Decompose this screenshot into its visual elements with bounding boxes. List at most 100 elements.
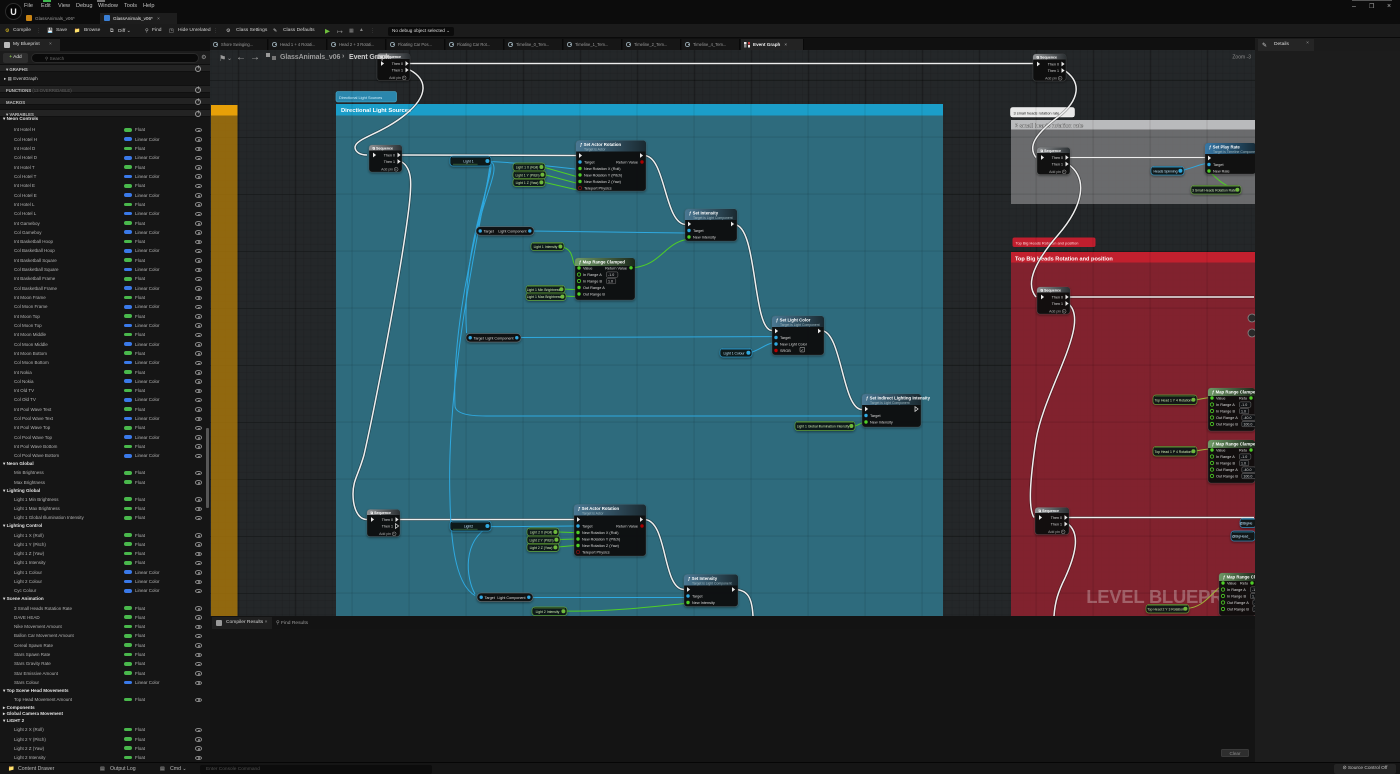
svg-text:ƒ Set Indirect Lighting Intens: ƒ Set Indirect Lighting Intensity [866, 395, 931, 400]
svg-text:+: + [1062, 530, 1064, 534]
svg-text:Target: Target [692, 595, 703, 599]
svg-text:Light2: Light2 [464, 525, 473, 529]
svg-text:1.0: 1.0 [1241, 410, 1246, 414]
svg-text:Zoom -3: Zoom -3 [1232, 55, 1251, 61]
svg-text:New Rotation X (Roll): New Rotation X (Roll) [582, 531, 619, 535]
svg-text:3 Small Heads Rotation Rate: 3 Small Heads Rotation Rate [1192, 188, 1236, 192]
svg-text:+: + [395, 168, 397, 172]
svg-text:Then 0: Then 0 [1052, 296, 1063, 300]
svg-text:Retu: Retu [1240, 582, 1248, 586]
svg-text:+: + [1063, 310, 1065, 314]
svg-text:Add pin: Add pin [379, 532, 391, 536]
svg-text:Add pin: Add pin [1045, 77, 1057, 81]
svg-text:⧉ Sequence: ⧉ Sequence [371, 511, 392, 515]
svg-text:ƒ Set Actor Rotation: ƒ Set Actor Rotation [580, 142, 622, 147]
svg-text:Light Component: Light Component [497, 596, 525, 600]
svg-text:Value: Value [1216, 449, 1225, 453]
svg-text:+: + [393, 532, 395, 536]
svg-text:Top Head 2 Y 3 Rotation: Top Head 2 Y 3 Rotation [1147, 607, 1184, 611]
svg-text:New Rotation Z (Yaw): New Rotation Z (Yaw) [584, 180, 622, 184]
svg-text:1.0: 1.0 [608, 280, 613, 284]
svg-text:In Range B: In Range B [583, 280, 602, 284]
svg-text:New Rate: New Rate [1213, 170, 1230, 174]
svg-text:New Rotation Z (Yaw): New Rotation Z (Yaw) [582, 544, 620, 548]
svg-text:Light Component: Light Component [498, 229, 526, 233]
svg-text:100.0: 100.0 [1243, 423, 1252, 427]
svg-text:1.0: 1.0 [1241, 462, 1246, 466]
svg-text:@BigHead_: @BigHead_ [1232, 535, 1250, 539]
svg-text:⧉ Sequence: ⧉ Sequence [373, 146, 394, 150]
svg-text:New Intensity: New Intensity [692, 601, 715, 605]
svg-text:⧉ Sequence: ⧉ Sequence [1041, 149, 1062, 153]
svg-text:Target: Target [693, 229, 704, 233]
svg-text:ƒ Map Range Clamped: ƒ Map Range Clamped [579, 259, 625, 264]
svg-text:+: + [1063, 170, 1065, 174]
svg-text:In Range B: In Range B [1216, 462, 1235, 466]
svg-text:Value: Value [1227, 582, 1236, 586]
svg-text:-1.0: -1.0 [1241, 403, 1247, 407]
svg-text:Add pin: Add pin [1049, 310, 1061, 314]
svg-text:⧉ Sequence: ⧉ Sequence [1041, 288, 1062, 292]
svg-text:Then 0: Then 0 [382, 518, 393, 522]
svg-text:Light 1 Z (Yaw): Light 1 Z (Yaw) [516, 181, 539, 185]
svg-text:Light Component: Light Component [485, 336, 513, 340]
svg-text:ƒ Set Intensity: ƒ Set Intensity [688, 576, 718, 581]
svg-text:Then 0: Then 0 [392, 62, 403, 66]
svg-text:Return Value: Return Value [616, 161, 638, 165]
svg-text:Light 1 Intensity: Light 1 Intensity [534, 245, 558, 249]
svg-text:Directional Light Sources: Directional Light Sources [339, 95, 382, 100]
svg-text:Then 1: Then 1 [1051, 523, 1062, 527]
svg-text:Teleport Physics: Teleport Physics [584, 187, 612, 191]
svg-text:Light 1 Global Illumination In: Light 1 Global Illumination Intensity [797, 425, 850, 429]
svg-text:ƒ Set Intensity: ƒ Set Intensity [689, 210, 719, 215]
svg-text:In Range A: In Range A [583, 273, 602, 277]
svg-text:Add pin: Add pin [1048, 530, 1060, 534]
svg-text:SRGB: SRGB [780, 349, 791, 353]
svg-text:Out Range B: Out Range B [1216, 475, 1238, 479]
svg-text:Then 0: Then 0 [1052, 156, 1063, 160]
svg-text:ƒ Set Actor Rotation: ƒ Set Actor Rotation [578, 506, 620, 511]
svg-text:In Range A: In Range A [1216, 403, 1235, 407]
svg-text:⧉ Sequence: ⧉ Sequence [1039, 509, 1060, 513]
svg-text:Target: Target [1213, 163, 1224, 167]
svg-text:Then 1: Then 1 [1048, 69, 1059, 73]
svg-text:Target is Timeline Component: Target is Timeline Component [1213, 150, 1255, 154]
svg-text:Add pin: Add pin [381, 168, 393, 172]
svg-text:Teleport Physics: Teleport Physics [582, 551, 610, 555]
svg-text:Target: Target [584, 161, 595, 165]
svg-text:Then 1: Then 1 [1052, 163, 1063, 167]
svg-text:@BigHe: @BigHe [1240, 522, 1253, 526]
svg-text:Then 0: Then 0 [1048, 63, 1059, 67]
svg-text:Light 2 X (Roll): Light 2 X (Roll) [530, 531, 552, 535]
svg-text:Target: Target [870, 414, 881, 418]
svg-text:In Range B: In Range B [1216, 410, 1235, 414]
svg-text:Light 1 Colour: Light 1 Colour [723, 351, 745, 355]
svg-text:ƒ Map Range Clamped: ƒ Map Range Clamped [1212, 441, 1255, 446]
svg-text:-1.0: -1.0 [608, 273, 614, 277]
svg-text:Target: Target [474, 336, 484, 340]
svg-text:ƒ Set Light Color: ƒ Set Light Color [776, 317, 811, 322]
svg-text:New Rotation Y (Pitch): New Rotation Y (Pitch) [582, 538, 621, 542]
svg-text:Light 1 Max Brightness: Light 1 Max Brightness [527, 295, 562, 299]
svg-text:Top Head 1 P 4 Rotation: Top Head 1 P 4 Rotation [1155, 450, 1192, 454]
svg-text:Target: Target [582, 525, 593, 529]
svg-text:Out Range A: Out Range A [583, 286, 605, 290]
svg-text:New Light Color: New Light Color [780, 343, 808, 347]
svg-text:Target is Light Component: Target is Light Component [693, 216, 733, 220]
svg-text:New Intensity: New Intensity [870, 421, 893, 425]
svg-text:Heads Spinning: Heads Spinning [1154, 169, 1178, 173]
svg-text:In Range A: In Range A [1227, 588, 1246, 592]
svg-text:Then 1: Then 1 [392, 69, 403, 73]
svg-text:New Intensity: New Intensity [693, 236, 716, 240]
svg-text:ƒ Map Range Clamped: ƒ Map Range Clamped [1223, 574, 1255, 579]
svg-text:Top Big Heads Rotation and pos: Top Big Heads Rotation and position [1015, 256, 1113, 262]
svg-text:-1.0: -1.0 [1241, 455, 1247, 459]
svg-text:Out Range A: Out Range A [1216, 468, 1238, 472]
svg-text:Target is Actor: Target is Actor [582, 511, 604, 515]
svg-text:Then 0: Then 0 [1051, 516, 1062, 520]
svg-text:Add pin: Add pin [389, 76, 401, 80]
svg-text:In Range A: In Range A [1216, 455, 1235, 459]
svg-text:Target: Target [780, 336, 791, 340]
svg-text:Value: Value [583, 267, 592, 271]
svg-text:Target is Actor: Target is Actor [584, 147, 606, 151]
